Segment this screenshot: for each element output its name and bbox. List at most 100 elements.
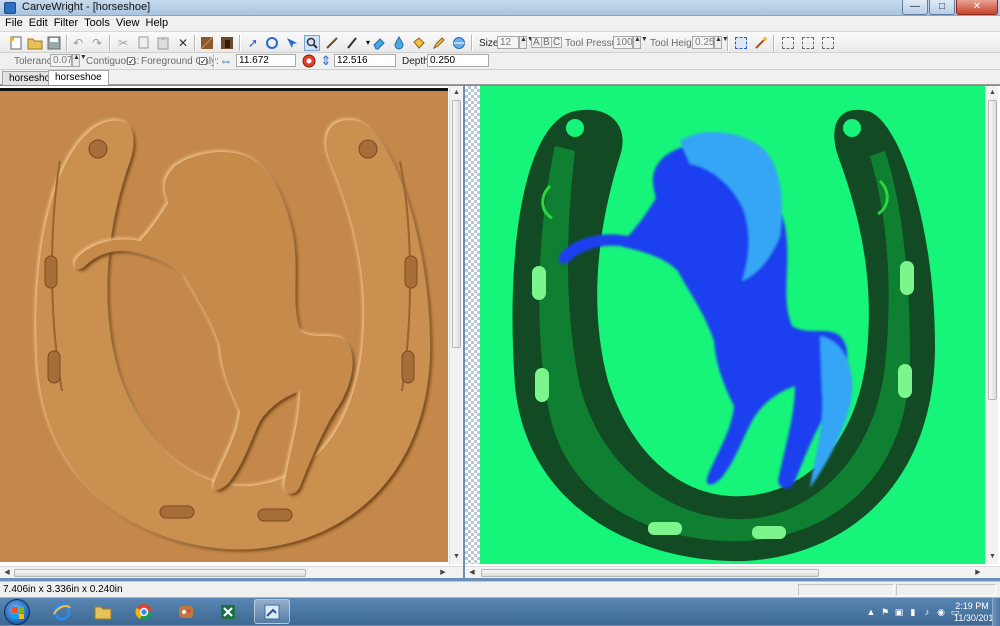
tolerance-spinner[interactable]: ▲▼ (72, 54, 87, 67)
selection-subtract-icon[interactable] (820, 35, 836, 51)
toolbar-separator (239, 35, 240, 51)
maximize-button[interactable]: □ (929, 0, 955, 15)
tool-pressure-spinner[interactable]: ▲▼ (633, 36, 648, 49)
width-input[interactable]: 11.672 (236, 54, 296, 67)
zoom-icon[interactable] (304, 35, 320, 51)
scroll-down-arrow[interactable]: ▼ (452, 552, 461, 561)
windows-taskbar: ▲ ⚑ ▣ ▮ ♪ ◉ ▭ 2:19 PM 11/30/2013 (0, 597, 1000, 626)
move-icon[interactable] (284, 35, 300, 51)
redo-icon[interactable]: ↷ (89, 35, 105, 51)
network-signal-icon[interactable]: ▮ (908, 607, 918, 617)
show-desktop-button[interactable] (992, 598, 1000, 626)
open-folder-icon[interactable] (27, 35, 43, 51)
paint-bucket-icon[interactable] (411, 35, 427, 51)
volume-icon[interactable]: ♪ (922, 607, 932, 617)
eraser-icon[interactable] (371, 35, 387, 51)
menu-help[interactable]: Help (145, 16, 174, 31)
scroll-left-arrow[interactable]: ◀ (2, 568, 12, 578)
security-icon[interactable]: ◉ (936, 607, 946, 617)
carve-preview-canvas[interactable] (0, 88, 448, 562)
lock-ratio-icon[interactable] (301, 53, 317, 69)
tab-horseshoe-2[interactable]: horseshoe (48, 70, 109, 85)
show-hidden-icons-icon[interactable]: ▲ (866, 607, 876, 617)
height-input[interactable]: 12.516 (334, 54, 396, 67)
fill-drop-icon[interactable] (391, 35, 407, 51)
select-arrow-icon[interactable]: ➚ (245, 35, 261, 51)
toolbar-separator (773, 35, 774, 51)
left-horizontal-scrollbar[interactable]: ◀ ▶ (0, 566, 463, 578)
right-vertical-scrollbar[interactable]: ▲ ▼ (985, 86, 998, 564)
system-clock[interactable]: 2:19 PM 11/30/2013 (954, 600, 998, 624)
menu-filter[interactable]: Filter (53, 16, 83, 31)
scroll-thumb[interactable] (988, 100, 997, 400)
minimize-button[interactable]: — (902, 0, 928, 15)
transform-icon[interactable] (264, 35, 280, 51)
taskbar-app-games[interactable] (168, 599, 204, 624)
delete-icon[interactable]: ✕ (175, 35, 191, 51)
line-tool-icon[interactable] (324, 35, 340, 51)
taskbar-chrome[interactable] (126, 599, 162, 624)
copy-icon[interactable] (135, 35, 151, 51)
toolbar-separator (213, 54, 214, 68)
menu-tools[interactable]: Tools (83, 16, 115, 31)
new-file-icon[interactable] (8, 35, 24, 51)
device-icon[interactable]: ▣ (894, 607, 904, 617)
undo-icon[interactable]: ↶ (70, 35, 86, 51)
color-map-view: ▲ ▼ (465, 86, 1000, 566)
scroll-right-arrow[interactable]: ▶ (973, 568, 983, 578)
transparency-checker (465, 86, 480, 564)
menu-view[interactable]: View (115, 16, 145, 31)
taskbar-carvewright[interactable] (254, 599, 290, 624)
size-input[interactable]: 12 (497, 36, 519, 49)
pencil-icon[interactable] (431, 35, 447, 51)
cut-icon[interactable]: ✂ (115, 35, 131, 51)
menu-edit[interactable]: Edit (28, 16, 53, 31)
color-map-canvas[interactable] (480, 86, 985, 564)
toolbar-separator (727, 35, 728, 51)
close-button[interactable]: ✕ (956, 0, 998, 15)
scroll-up-arrow[interactable]: ▲ (452, 88, 461, 97)
select-region-icon[interactable] (733, 35, 749, 51)
left-vertical-scrollbar[interactable]: ▲ ▼ (449, 86, 462, 564)
scroll-left-arrow[interactable]: ◀ (467, 568, 477, 578)
carved-horseshoe-image (36, 119, 431, 550)
scroll-up-arrow[interactable]: ▲ (988, 88, 997, 97)
foreground-only-checkbox[interactable]: ✓ (199, 57, 207, 66)
title-bar[interactable]: CarveWright - [horseshoe] — □ ✕ (0, 0, 1000, 16)
save-icon[interactable] (46, 35, 62, 51)
scroll-thumb[interactable] (452, 100, 461, 348)
brush-icon[interactable] (344, 35, 360, 51)
tool-pressure-input[interactable]: 100 (613, 36, 633, 49)
taskbar-file-explorer[interactable] (85, 599, 121, 624)
size-spinner[interactable]: ▲▼ (519, 36, 534, 49)
color-map-horseshoe-image (512, 109, 935, 562)
scroll-thumb[interactable] (14, 569, 306, 577)
paste-icon[interactable] (155, 35, 171, 51)
globe-icon[interactable] (451, 35, 467, 51)
flag-icon[interactable]: ⚑ (880, 607, 890, 617)
taskbar-internet-explorer[interactable] (44, 599, 80, 624)
grayscale-map-icon[interactable] (219, 35, 235, 51)
scroll-thumb[interactable] (481, 569, 819, 577)
tolerance-input[interactable]: 0.078 (50, 54, 78, 67)
carvewright-window: CarveWright - [horseshoe] — □ ✕ File Edi… (0, 0, 1000, 626)
windows-logo-icon (12, 607, 24, 619)
contiguous-checkbox[interactable]: ✓ (127, 57, 135, 66)
depth-input[interactable]: 0.250 (427, 54, 489, 67)
status-pane (896, 584, 996, 596)
start-button[interactable] (4, 599, 30, 625)
tool-height-spinner[interactable]: ▲▼ (714, 36, 729, 49)
selection-new-icon[interactable] (780, 35, 796, 51)
scroll-right-arrow[interactable]: ▶ (438, 568, 448, 578)
menu-file[interactable]: File (4, 16, 28, 31)
style-c-button[interactable]: C (551, 37, 563, 48)
taskbar-excel[interactable] (210, 599, 246, 624)
magic-wand-icon[interactable] (753, 35, 769, 51)
selection-add-icon[interactable] (800, 35, 816, 51)
window-controls: — □ ✕ (902, 0, 998, 16)
tool-height-input[interactable]: 0.250 (692, 36, 720, 49)
carve-region-icon[interactable] (199, 35, 215, 51)
scroll-down-arrow[interactable]: ▼ (988, 552, 997, 561)
right-horizontal-scrollbar[interactable]: ◀ ▶ (465, 566, 1000, 578)
app-icon (4, 2, 16, 14)
